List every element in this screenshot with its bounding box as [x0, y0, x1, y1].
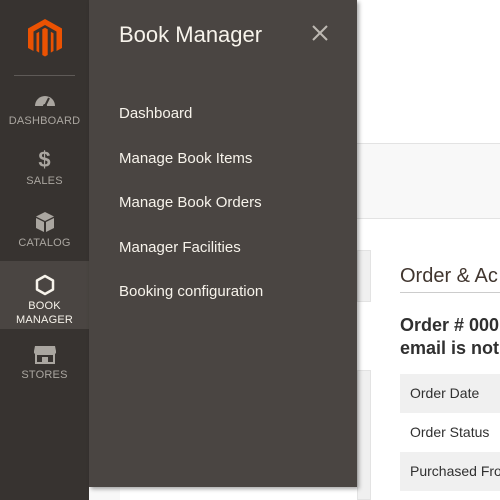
dashboard-icon — [33, 88, 57, 112]
box-icon — [35, 210, 55, 234]
order-heading: Order # 000 email is not — [400, 314, 499, 360]
sidebar-item-label: SALES — [26, 175, 63, 187]
book-manager-flyout: Book Manager Dashboard Manage Book Items… — [89, 0, 357, 487]
page-header-band — [357, 143, 500, 219]
flyout-menu: Dashboard Manage Book Items Manage Book … — [119, 104, 263, 327]
section-title: Order & Ac — [400, 265, 498, 287]
sidebar-item-catalog[interactable]: CATALOG — [0, 210, 89, 260]
flyout-title: Book Manager — [119, 22, 263, 47]
order-heading-line2: email is not — [400, 338, 500, 358]
magento-logo-icon — [27, 19, 62, 57]
admin-sidebar: DASHBOARD $ SALES CATALOG BOOK MANAGER S… — [0, 0, 89, 500]
sidebar-item-label: DASHBOARD — [8, 115, 81, 127]
info-row-order-status: Order Status — [410, 424, 490, 440]
sidebar-item-label: CATALOG — [18, 237, 71, 249]
sidebar-item-stores[interactable]: STORES — [0, 342, 89, 392]
side-tab-card-lower — [357, 370, 371, 500]
menu-item-manage-book-orders[interactable]: Manage Book Orders — [119, 193, 263, 238]
info-row-purchased-from: Purchased Fro — [400, 452, 500, 491]
sidebar-item-dashboard[interactable]: DASHBOARD — [0, 88, 89, 138]
menu-item-dashboard[interactable]: Dashboard — [119, 104, 263, 149]
sidebar-item-label: STORES — [21, 369, 68, 381]
close-icon[interactable] — [309, 22, 331, 44]
dollar-icon: $ — [38, 147, 51, 172]
section-divider — [400, 292, 500, 293]
magento-logo[interactable] — [0, 0, 89, 76]
order-heading-line1: Order # 000 — [400, 315, 500, 335]
sidebar-item-label: BOOK MANAGER — [15, 300, 74, 326]
menu-item-manage-book-items[interactable]: Manage Book Items — [119, 149, 263, 194]
info-row-order-date: Order Date — [400, 374, 500, 413]
sidebar-item-book-manager[interactable]: BOOK MANAGER — [0, 261, 89, 329]
logo-divider — [14, 75, 75, 76]
side-tab-card[interactable] — [357, 250, 371, 302]
sidebar-item-sales[interactable]: $ SALES — [0, 148, 89, 198]
menu-item-booking-configuration[interactable]: Booking configuration — [119, 282, 263, 327]
menu-item-manager-facilities[interactable]: Manager Facilities — [119, 238, 263, 283]
hexagon-icon — [35, 273, 55, 297]
store-icon — [33, 342, 57, 366]
